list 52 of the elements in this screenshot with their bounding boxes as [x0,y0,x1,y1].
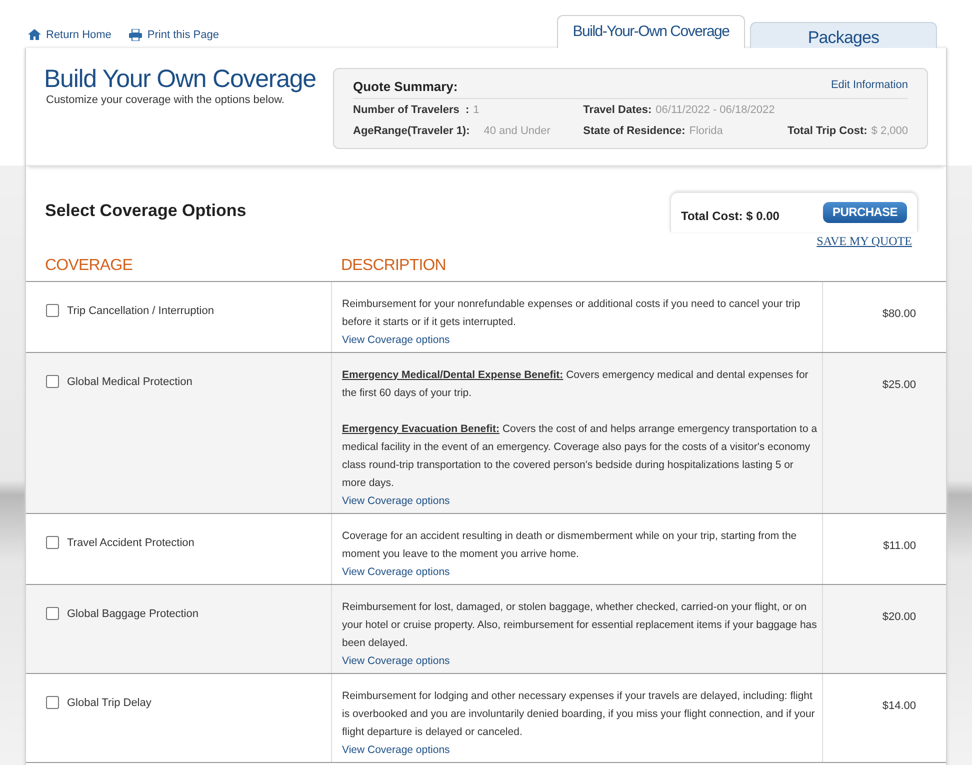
coverage-description: Reimbursement for your nonrefundable expenses or additional costs if you need to cancel your trip before it starts or if it gets interrupted. [342,296,802,330]
field-label: Travel Dates: [583,102,652,118]
page-title: Build Your Own Coverage [44,66,317,92]
total-cost: Total Cost: $ 0.00 [681,208,780,225]
coverage-name: Global Baggage Protection [67,606,198,622]
view-coverage-link[interactable]: View Coverage options [342,566,450,578]
coverage-name: Travel Accident Protection [67,536,194,550]
coverage-name: Global Medical Protection [67,374,192,390]
checkbox[interactable] [46,536,59,548]
coverage-price: $20.00 [882,610,916,624]
coverage-description: Reimbursement for lodging and other necessary expenses if your travels are delayed, including: flight is overbooked and you are involuntarily denied boarding, if you miss your flight connection, and if your flight departure is delayed or canceled. [342,688,816,740]
edit-information-link[interactable]: Edit Information [830,77,908,96]
field-label: Number of Travelers : [353,102,470,118]
checkbox[interactable] [46,304,59,316]
field-label: AgeRange(Traveler 1): [353,124,470,139]
coverage-description: Emergency Evacuation Benefit: Covers the cost of and helps arrange emergency transportation to a medical facility in the event of an emergency. Coverage also pays for the costs of a visitor's economy class round-trip transportation to the covered person's bedside during hospitalizations lasting 5 or more days. [342,422,818,490]
view-coverage-link[interactable]: View Coverage options [342,744,450,756]
coverage-description: Coverage for an accident resulting in death or dismemberment while on your trip, starting from the moment you leave to the moment you arrive home. [342,528,798,562]
quote-summary-title: Quote Summary: [353,78,458,96]
view-coverage-link[interactable]: View Coverage options [342,654,450,666]
home-icon [28,29,41,40]
coverage-price: $80.00 [882,306,916,322]
top-link[interactable]: Return Home [28,26,112,43]
field-value: 1 [473,102,480,118]
coverage-name: Global Trip Delay [67,696,152,710]
checkbox[interactable] [46,606,59,620]
checkbox[interactable] [46,374,59,388]
coverage-price: $25.00 [882,378,916,392]
field-label: State of Residence: [583,124,686,139]
checkbox[interactable] [46,696,59,708]
field-value: $ 2,000 [871,124,908,139]
view-coverage-link[interactable]: View Coverage options [342,334,450,346]
purchase-button[interactable]: PURCHASE [823,202,907,222]
field-value: 40 and Under [484,124,550,139]
top-link[interactable]: Print this Page [129,26,219,43]
column-header: DESCRIPTION [340,256,446,276]
column-header: COVERAGE [44,256,134,276]
printer-icon [129,28,142,41]
page-subtitle: Customize your coverage with the options below. [45,93,286,108]
field-value: 06/11/2022 - 06/18/2022 [656,102,775,118]
field-label: Total Trip Cost: [787,124,868,139]
section-title: Select Coverage Options [45,200,246,222]
coverage-price: $14.00 [882,698,916,714]
field-value: Florida [689,124,723,139]
tab[interactable]: Packages [750,22,937,48]
save-quote-link[interactable]: SAVE MY QUOTE [816,232,912,250]
tab[interactable]: Build-Your-Own Coverage [557,15,745,48]
coverage-price: $11.00 [883,538,916,554]
coverage-description: Reimbursement for lost, damaged, or stolen baggage, whether checked, carried-on your flight, or on your hotel or cruise property. Also, reimbursement for essential replacement items if your baggage has been delayed. [342,600,818,650]
coverage-name: Trip Cancellation / Interruption [67,304,214,318]
view-coverage-link[interactable]: View Coverage options [342,494,450,506]
coverage-description: Emergency Medical/Dental Expense Benefit: Covers emergency medical and dental expenses for the first 60 days of your trip. [342,368,810,400]
